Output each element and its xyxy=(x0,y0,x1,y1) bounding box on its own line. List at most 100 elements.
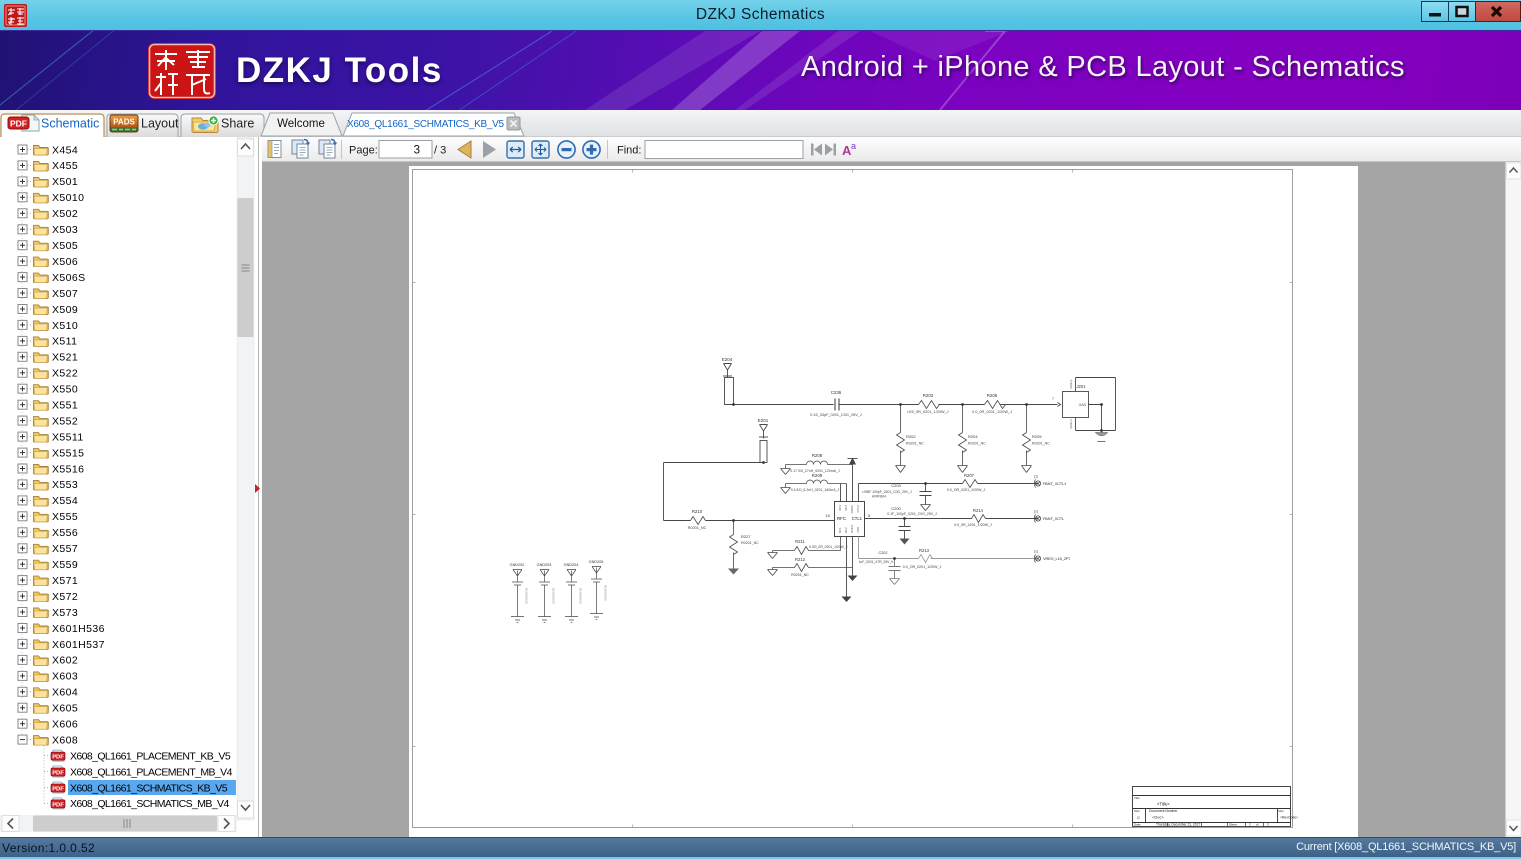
svg-text:RF1: RF1 xyxy=(838,527,842,533)
svg-text:X559: X559 xyxy=(52,559,78,571)
svg-text:CTL1: CTL1 xyxy=(852,516,863,521)
svg-text:X505: X505 xyxy=(52,240,78,252)
svg-text:X608: X608 xyxy=(52,734,78,746)
svg-text:RF4: RF4 xyxy=(844,505,848,511)
svg-text:of: of xyxy=(1256,823,1259,827)
svg-text:X501: X501 xyxy=(52,176,78,188)
svg-text:Size: Size xyxy=(1134,809,1140,813)
svg-text:GND203: GND203 xyxy=(537,563,552,567)
svg-text:Welcome: Welcome xyxy=(277,118,325,130)
svg-text:r2/0_0R_0201_1/20W_J: r2/0_0R_0201_1/20W_J xyxy=(907,410,948,414)
svg-text:R0201_NC: R0201_NC xyxy=(1032,442,1050,446)
svg-text:R212: R212 xyxy=(795,557,806,562)
svg-text:J201: J201 xyxy=(1076,384,1086,389)
svg-text:0.1F_100pF_0201_C0G_25V_J: 0.1F_100pF_0201_C0G_25V_J xyxy=(887,512,937,516)
svg-text:7: 7 xyxy=(1052,397,1054,401)
svg-text:X602: X602 xyxy=(52,655,78,667)
svg-text:X603: X603 xyxy=(52,671,78,683)
svg-text:VREG_L16_2P7: VREG_L16_2P7 xyxy=(1043,556,1071,561)
svg-text:GND1: GND1 xyxy=(850,524,854,533)
svg-text:R210: R210 xyxy=(692,509,703,514)
svg-text:PDF: PDF xyxy=(52,755,64,761)
svg-text:R0201_NC: R0201_NC xyxy=(906,442,924,446)
svg-text:C202: C202 xyxy=(878,551,887,555)
svg-text:R205: R205 xyxy=(1032,434,1042,439)
svg-text:GND-1: GND-1 xyxy=(1069,379,1073,389)
svg-text:PDF: PDF xyxy=(52,771,64,777)
svg-text:AVRFB04: AVRFB04 xyxy=(872,495,886,499)
svg-text:R0201_NC: R0201_NC xyxy=(688,526,707,530)
svg-text:PDF: PDF xyxy=(52,787,64,793)
svg-text:X502: X502 xyxy=(52,208,78,220)
svg-text:X507: X507 xyxy=(52,288,78,300)
svg-text:Thursday, December 21, 2017: Thursday, December 21, 2017 xyxy=(1156,823,1200,827)
svg-text:R209: R209 xyxy=(812,473,823,478)
svg-text:X5515: X5515 xyxy=(52,447,84,459)
svg-text:0.0_0R_0201_1/20W_J: 0.0_0R_0201_1/20W_J xyxy=(954,523,992,527)
svg-text:0.0_OR_0201_1/20W_J: 0.0_OR_0201_1/20W_J xyxy=(903,565,942,569)
svg-text:X455: X455 xyxy=(52,160,78,172)
svg-text:X550: X550 xyxy=(52,384,78,396)
svg-text:R213: R213 xyxy=(919,548,930,553)
svg-text:B1608A020: B1608A020 xyxy=(579,588,583,604)
svg-text:R211: R211 xyxy=(795,539,805,544)
svg-text:0.15_33pF_0201_C0G_25V_J: 0.15_33pF_0201_C0G_25V_J xyxy=(810,413,862,417)
svg-text:USBF 100pF_0201_C0G_25V_J: USBF 100pF_0201_C0G_25V_J xyxy=(862,490,912,494)
svg-text:R207: R207 xyxy=(964,473,975,478)
svg-text:X521: X521 xyxy=(52,352,78,364)
svg-text:X555: X555 xyxy=(52,511,78,523)
svg-text:<Title>: <Title> xyxy=(1157,802,1170,807)
svg-text:10: 10 xyxy=(826,513,831,518)
svg-text:X552: X552 xyxy=(52,415,78,427)
svg-text:R214: R214 xyxy=(973,508,984,513)
svg-text:X557: X557 xyxy=(52,543,78,555)
svg-text:X605: X605 xyxy=(52,703,78,715)
svg-text:X5511: X5511 xyxy=(52,431,84,443)
svg-text:X608_QL1661_PLACEMENT_MB_V4: X608_QL1661_PLACEMENT_MB_V4 xyxy=(70,766,233,778)
svg-text:<Doc>: <Doc> xyxy=(1152,815,1164,820)
svg-text:GND205: GND205 xyxy=(589,560,604,564)
svg-text:Schematic: Schematic xyxy=(41,117,99,131)
svg-text:X604: X604 xyxy=(52,687,78,699)
svg-text:CTL2: CTL2 xyxy=(856,505,860,513)
svg-text:E204: E204 xyxy=(722,357,733,362)
svg-text:0.0_0R_0201_1/20W_J: 0.0_0R_0201_1/20W_J xyxy=(972,410,1012,414)
svg-text:0.1/1/0_6.2nH_0201_160mA_J: 0.1/1/0_6.2nH_0201_160mA_J xyxy=(791,488,840,492)
svg-text:PADS: PADS xyxy=(113,118,135,127)
svg-text:Share: Share xyxy=(221,117,254,131)
svg-text:X608_QL1661_SCHMATICS_KB_V5: X608_QL1661_SCHMATICS_KB_V5 xyxy=(347,119,505,130)
svg-text:RF2: RF2 xyxy=(844,527,848,533)
svg-text:E201: E201 xyxy=(758,418,769,423)
svg-text:X608_QL1661_PLACEMENT_KB_V5: X608_QL1661_PLACEMENT_KB_V5 xyxy=(70,750,231,762)
svg-text:1: 1 xyxy=(1267,823,1269,827)
svg-text:Find:: Find: xyxy=(617,145,641,157)
svg-text:Rev: Rev xyxy=(1279,809,1285,813)
svg-text:(1): (1) xyxy=(1034,510,1038,514)
svg-text:R0201_NC: R0201_NC xyxy=(791,573,809,577)
svg-text:0.0_OR_0201_1/20W_J: 0.0_OR_0201_1/20W_J xyxy=(947,488,986,492)
svg-text:C: C xyxy=(1137,815,1140,820)
svg-text:X506S: X506S xyxy=(52,272,86,284)
svg-text:RF3: RF3 xyxy=(838,505,842,511)
svg-text:Page:: Page: xyxy=(349,145,378,157)
svg-text:Title: Title xyxy=(1134,796,1140,800)
svg-text:X554: X554 xyxy=(52,495,78,507)
svg-text:X509: X509 xyxy=(52,304,78,316)
svg-text:GND2: GND2 xyxy=(850,505,854,514)
svg-text:C236: C236 xyxy=(831,390,842,395)
svg-text:R0201_NC: R0201_NC xyxy=(741,541,759,545)
svg-text:X510: X510 xyxy=(52,320,78,332)
svg-text:Layout: Layout xyxy=(141,117,179,131)
svg-text:3: 3 xyxy=(414,145,420,157)
svg-text:C200: C200 xyxy=(891,506,901,511)
svg-text:X608_QL1661_SCHMATICS_KB_V5: X608_QL1661_SCHMATICS_KB_V5 xyxy=(70,782,228,794)
svg-text:R227: R227 xyxy=(741,534,751,539)
svg-text:X608_QL1661_SCHMATICS_MB_V4: X608_QL1661_SCHMATICS_MB_V4 xyxy=(70,798,229,810)
svg-text:B1608A020: B1608A020 xyxy=(525,588,529,604)
svg-text:B1608A020: B1608A020 xyxy=(604,585,608,601)
svg-text:RFC: RFC xyxy=(837,516,846,521)
svg-text:B1608A020: B1608A020 xyxy=(552,588,556,604)
svg-text:X522: X522 xyxy=(52,368,78,380)
svg-text:R203: R203 xyxy=(923,393,934,398)
svg-text:PDF: PDF xyxy=(10,119,27,129)
